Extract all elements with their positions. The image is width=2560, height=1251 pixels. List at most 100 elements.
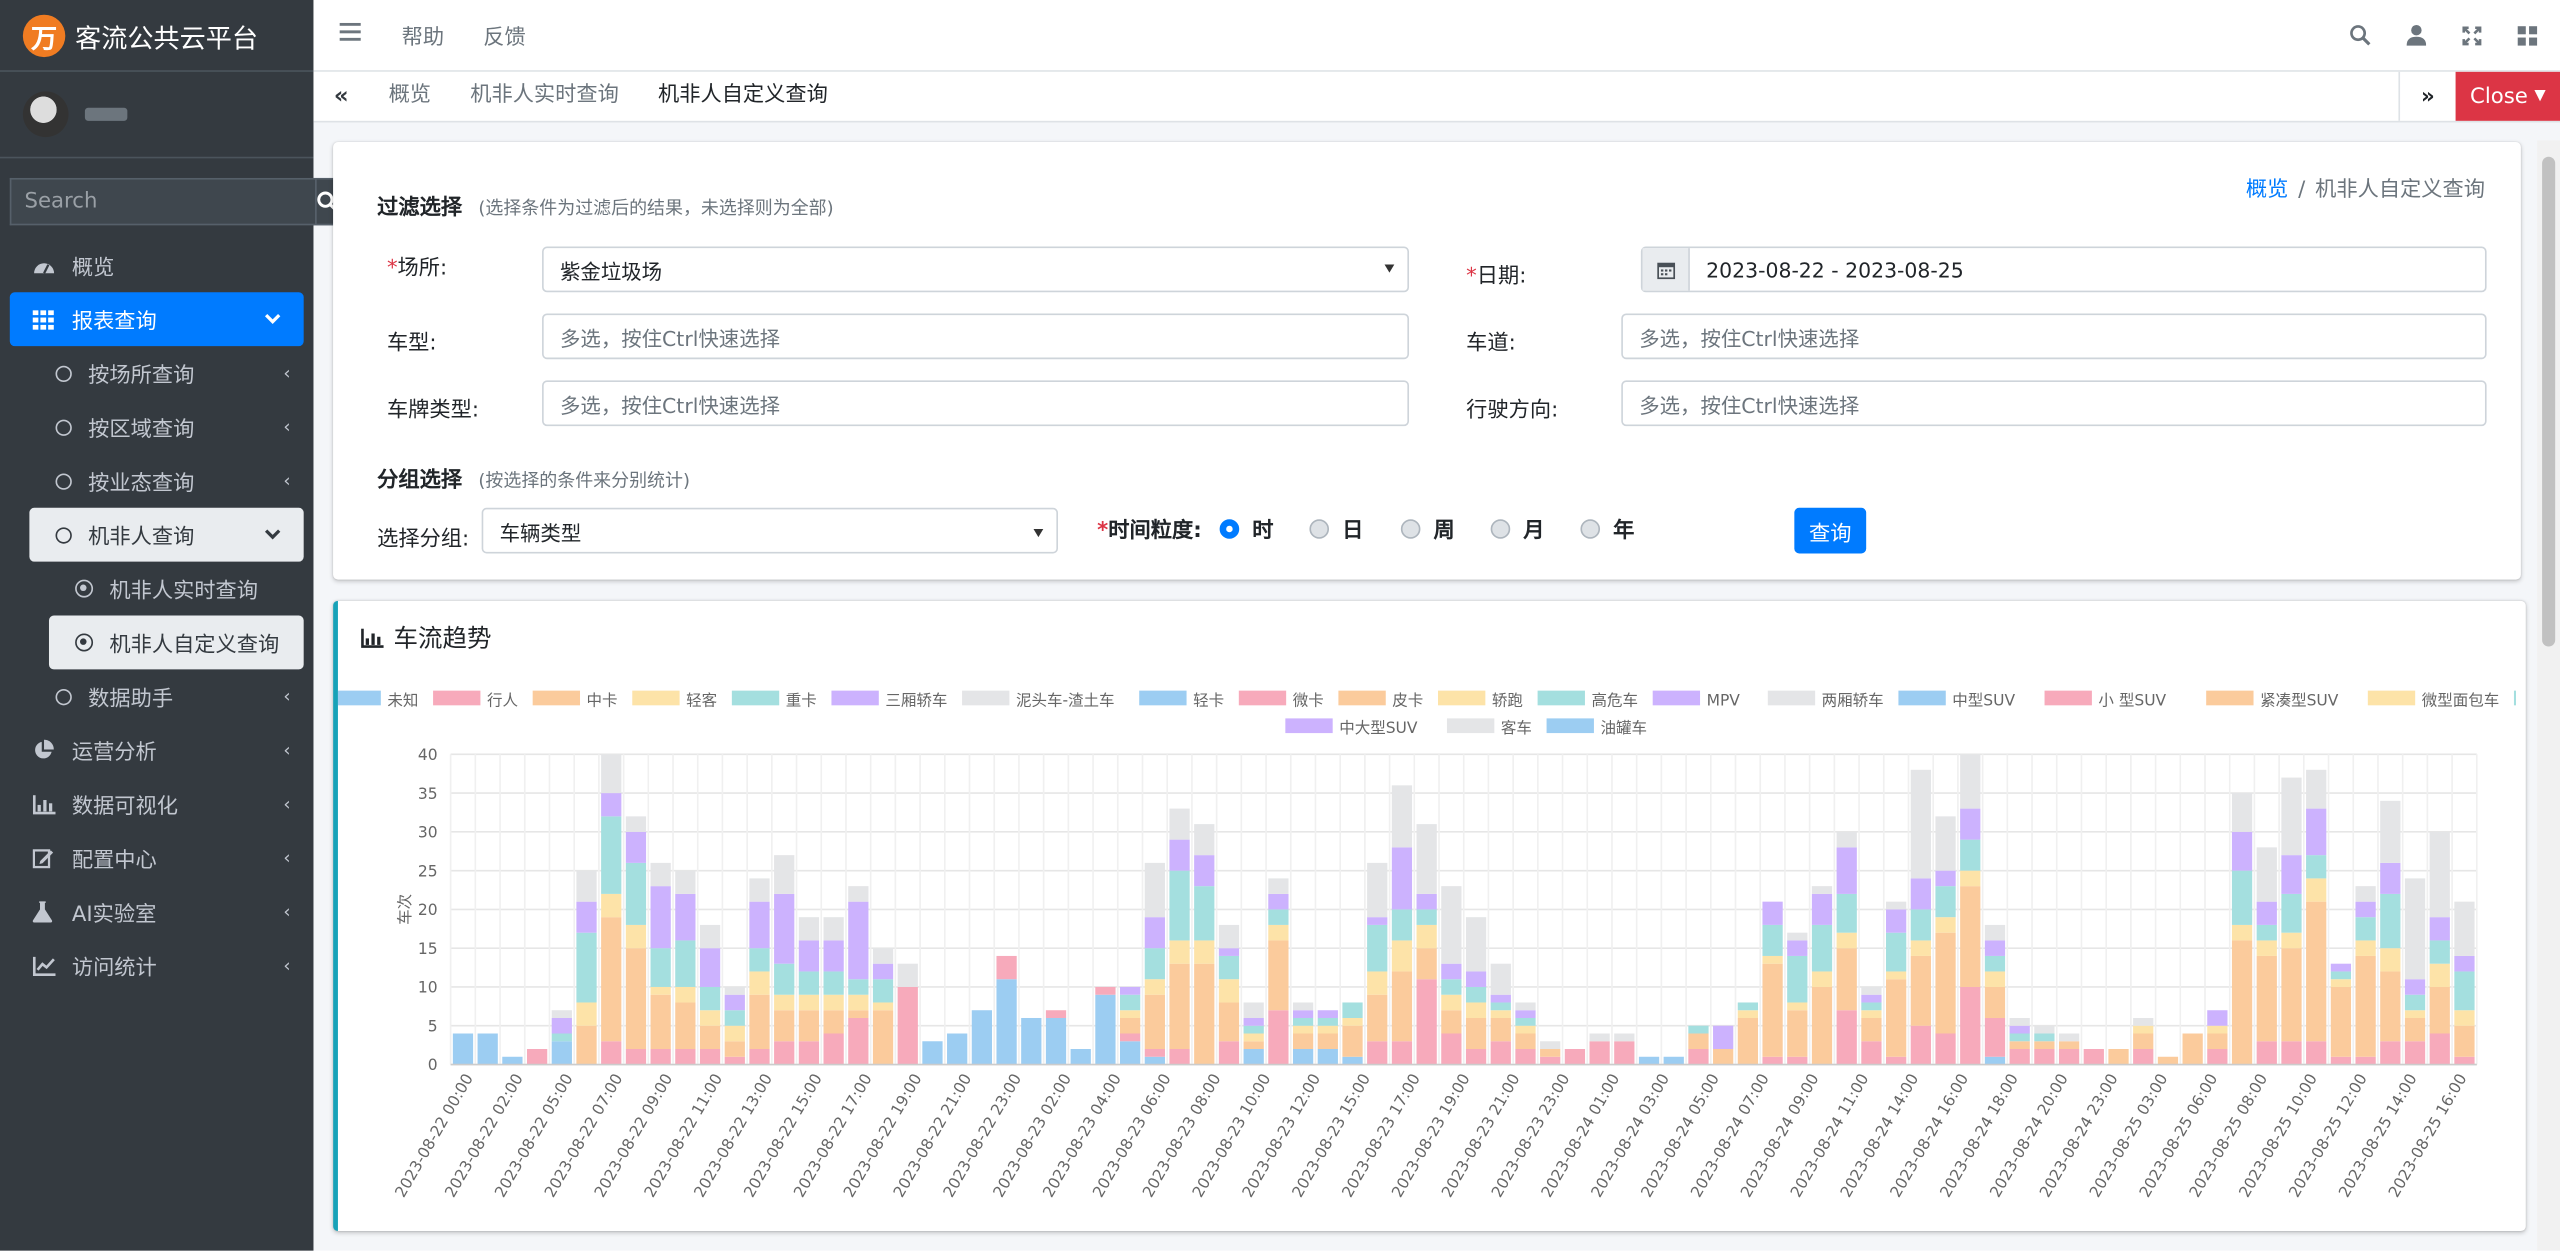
feedback-link[interactable]: 反馈 xyxy=(483,20,525,50)
tabs-scroll-left-icon[interactable]: « xyxy=(313,72,369,121)
page-scrollbar[interactable] xyxy=(2537,140,2560,1251)
legend-label: 三厢轿车 xyxy=(885,691,947,709)
bar-segment xyxy=(2281,932,2302,949)
grid-icon xyxy=(32,309,59,329)
close-label: Close xyxy=(2469,84,2528,109)
bar-segment xyxy=(1861,1010,1882,1018)
granularity-radio-hour[interactable]: 时 xyxy=(1219,513,1274,544)
user-panel[interactable] xyxy=(0,72,314,159)
granularity-radio-week[interactable]: 周 xyxy=(1400,513,1455,544)
avatar[interactable] xyxy=(22,91,69,138)
sidebar-item-reports[interactable]: 报表查询 xyxy=(9,292,304,347)
chevron-left-icon: ‹ xyxy=(283,847,291,869)
dashboard-icon xyxy=(33,256,59,276)
tab-realtime-query[interactable]: 机非人实时查询 xyxy=(451,72,639,121)
sidebar-item-label: 概览 xyxy=(71,256,115,281)
bar-segment xyxy=(1589,1041,1610,1065)
menu-toggle-icon[interactable] xyxy=(339,22,369,47)
bar-segment xyxy=(1169,839,1190,871)
bar-segment xyxy=(1194,940,1215,964)
direction-multiselect[interactable]: 多选，按住Ctrl快速选择 xyxy=(1621,380,2487,427)
radio-unchecked-icon xyxy=(1400,518,1421,538)
sidebar-item-overview[interactable]: 概览 xyxy=(0,238,313,292)
granularity-radio-day[interactable]: 日 xyxy=(1309,513,1363,544)
bar-segment xyxy=(971,1010,993,1065)
tab-custom-query[interactable]: 机非人自定义查询 xyxy=(638,72,847,121)
chevron-left-icon: ‹ xyxy=(283,416,291,438)
bar-segment xyxy=(1342,1056,1363,1065)
date-range-input[interactable]: 2023-08-22 - 2023-08-25 xyxy=(1640,246,2487,293)
sidebar-item-ai-lab[interactable]: AI实验室 ‹ xyxy=(0,885,313,939)
bar-segment xyxy=(1713,1049,1734,1065)
sidebar-item-custom-query[interactable]: 机非人自定义查询 xyxy=(48,615,304,670)
bar-segment xyxy=(872,1010,894,1065)
legend-label: 未知 xyxy=(387,691,418,709)
sidebar-item-visualization[interactable]: 数据可视化 ‹ xyxy=(0,777,313,831)
bar-segment xyxy=(1169,963,1190,1050)
group-select[interactable]: 车辆类型 xyxy=(481,507,1058,554)
bar-segment xyxy=(1095,994,1116,1065)
bar-segment xyxy=(1342,1002,1363,1018)
breadcrumb-home[interactable]: 概览 xyxy=(2246,178,2288,202)
sidebar-item-data-assistant[interactable]: 数据助手 ‹ xyxy=(0,669,313,723)
bar-segment xyxy=(2330,979,2352,987)
sidebar-item-realtime-query[interactable]: 机非人实时查询 xyxy=(0,562,313,616)
circle-icon xyxy=(55,688,72,705)
scrollbar-thumb[interactable] xyxy=(2542,156,2556,647)
radio-unchecked-icon xyxy=(1309,518,1330,538)
bar-segment xyxy=(1984,1056,2006,1065)
lane-multiselect[interactable]: 多选，按住Ctrl快速选择 xyxy=(1621,313,2487,360)
sidebar-search-input[interactable] xyxy=(9,177,316,226)
close-tabs-button[interactable]: Close ▼ xyxy=(2455,71,2560,121)
bar-segment xyxy=(2009,1033,2030,1042)
bar-segment xyxy=(1120,1017,1141,1034)
help-link[interactable]: 帮助 xyxy=(402,20,444,50)
bar-segment xyxy=(2330,971,2352,980)
legend-swatch xyxy=(962,690,1010,706)
fullscreen-icon[interactable] xyxy=(2462,25,2482,45)
bar-segment xyxy=(1194,963,1215,1065)
plate-type-multiselect[interactable]: 多选，按住Ctrl快速选择 xyxy=(542,380,1410,427)
bar-segment xyxy=(2454,955,2475,972)
bar-segment xyxy=(1861,986,1882,995)
sidebar-item-operations[interactable]: 运营分析 ‹ xyxy=(0,723,313,777)
brand[interactable]: 万 客流公共云平台 xyxy=(0,0,314,72)
bar-segment xyxy=(1960,808,1981,840)
sidebar-item-access-stats[interactable]: 访问统计 ‹ xyxy=(0,939,313,993)
sidebar-item-by-region[interactable]: 按区域查询 ‹ xyxy=(0,400,313,454)
bar-segment xyxy=(625,816,647,832)
granularity-radio-month[interactable]: 月 xyxy=(1490,513,1545,544)
tab-overview[interactable]: 概览 xyxy=(369,72,451,121)
bar-segment xyxy=(774,1010,795,1042)
sidebar-item-by-place[interactable]: 按场所查询 ‹ xyxy=(0,346,313,400)
group-select-value: 车辆类型 xyxy=(499,520,582,545)
required-mark: * xyxy=(1466,264,1477,289)
bar-segment xyxy=(2009,1041,2030,1050)
bar-segment xyxy=(477,1033,498,1065)
vehicle-type-multiselect[interactable]: 多选，按住Ctrl快速选择 xyxy=(542,313,1410,360)
user-icon[interactable] xyxy=(2406,24,2427,46)
bar-segment xyxy=(1367,862,1388,918)
bar-segment xyxy=(1836,948,1857,1011)
place-select[interactable]: 紫金垃圾场 xyxy=(542,246,1410,293)
bar-segment xyxy=(2380,800,2401,863)
apps-grid-icon[interactable] xyxy=(2517,25,2538,45)
line-chart-icon xyxy=(32,955,59,976)
sidebar-item-by-business[interactable]: 按业态查询 ‹ xyxy=(0,454,313,508)
chevron-left-icon: ‹ xyxy=(283,901,291,923)
bar-segment xyxy=(1194,824,1215,856)
bar-segment xyxy=(1465,1002,1487,1018)
bar-segment xyxy=(2404,1041,2426,1065)
sidebar-item-vehicle-query[interactable]: 机非人查询 xyxy=(29,507,304,562)
query-button[interactable]: 查询 xyxy=(1794,507,1867,554)
y-tick-label: 15 xyxy=(418,940,438,958)
bar-segment xyxy=(1935,932,1956,1034)
bar-segment xyxy=(576,1002,597,1026)
bar-segment xyxy=(2404,979,2426,995)
tabs-scroll-right-icon[interactable]: » xyxy=(2398,71,2455,121)
bar-segment xyxy=(2009,1025,2030,1034)
search-icon[interactable] xyxy=(2349,24,2371,46)
granularity-radio-year[interactable]: 年 xyxy=(1580,513,1634,544)
legend-label: 中型SUV xyxy=(1952,691,2015,709)
sidebar-item-config[interactable]: 配置中心 ‹ xyxy=(0,831,313,885)
